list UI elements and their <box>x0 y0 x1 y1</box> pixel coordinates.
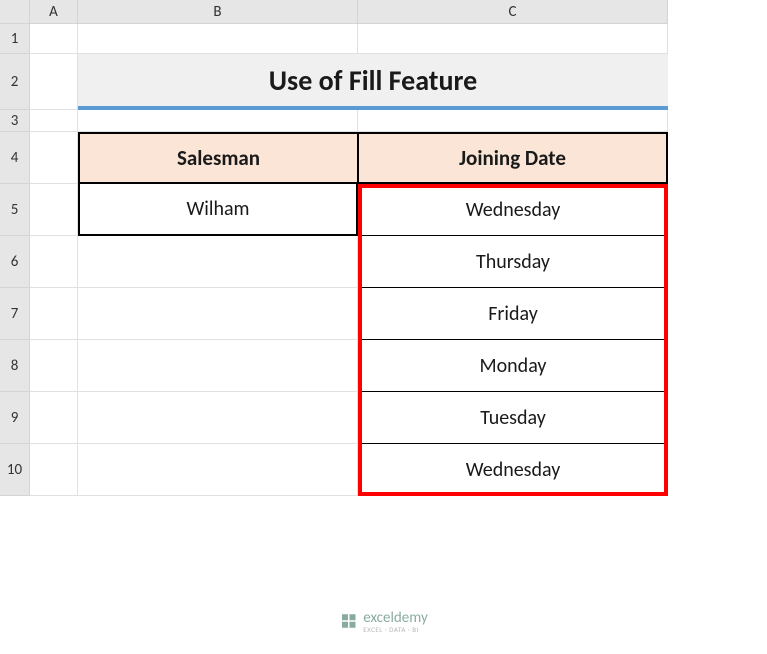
cell-c1[interactable] <box>358 24 668 54</box>
row-header-5[interactable]: 5 <box>0 184 30 236</box>
cell-a2[interactable] <box>30 54 78 110</box>
cell-a1[interactable] <box>30 24 78 54</box>
title-cell[interactable]: Use of Fill Feature <box>78 54 668 110</box>
cell-c8-date[interactable]: Monday <box>358 340 668 392</box>
cell-a6[interactable] <box>30 236 78 288</box>
cell-c5-date[interactable]: Wednesday <box>358 184 668 236</box>
cell-c3[interactable] <box>358 110 668 132</box>
row-header-6[interactable]: 6 <box>0 236 30 288</box>
cell-b3[interactable] <box>78 110 358 132</box>
cell-c9-date[interactable]: Tuesday <box>358 392 668 444</box>
row-header-9[interactable]: 9 <box>0 392 30 444</box>
cell-b7[interactable] <box>78 288 358 340</box>
table-header-salesman[interactable]: Salesman <box>78 132 358 184</box>
watermark-tagline: EXCEL · DATA · BI <box>363 625 427 634</box>
cell-b9[interactable] <box>78 392 358 444</box>
cell-a10[interactable] <box>30 444 78 496</box>
cell-b6[interactable] <box>78 236 358 288</box>
table-header-joining-date[interactable]: Joining Date <box>358 132 668 184</box>
row-header-1[interactable]: 1 <box>0 24 30 54</box>
select-all-corner[interactable] <box>0 0 30 24</box>
cell-b10[interactable] <box>78 444 358 496</box>
cell-c7-date[interactable]: Friday <box>358 288 668 340</box>
watermark: exceldemy EXCEL · DATA · BI <box>339 608 427 634</box>
col-header-c[interactable]: C <box>358 0 668 24</box>
col-header-b[interactable]: B <box>78 0 358 24</box>
col-header-a[interactable]: A <box>30 0 78 24</box>
cell-a8[interactable] <box>30 340 78 392</box>
watermark-icon <box>339 612 357 630</box>
row-header-10[interactable]: 10 <box>0 444 30 496</box>
row-header-2[interactable]: 2 <box>0 54 30 110</box>
cell-a3[interactable] <box>30 110 78 132</box>
cell-a7[interactable] <box>30 288 78 340</box>
cell-a4[interactable] <box>30 132 78 184</box>
cell-b1[interactable] <box>78 24 358 54</box>
cell-b8[interactable] <box>78 340 358 392</box>
cell-c6-date[interactable]: Thursday <box>358 236 668 288</box>
row-header-3[interactable]: 3 <box>0 110 30 132</box>
row-header-4[interactable]: 4 <box>0 132 30 184</box>
cell-a5[interactable] <box>30 184 78 236</box>
row-header-8[interactable]: 8 <box>0 340 30 392</box>
spreadsheet-grid: A B C 1 2 Use of Fill Feature 3 4 Salesm… <box>0 0 668 496</box>
cell-b5-salesman[interactable]: Wilham <box>78 184 358 236</box>
row-header-7[interactable]: 7 <box>0 288 30 340</box>
cell-c10-date[interactable]: Wednesday <box>358 444 668 496</box>
cell-a9[interactable] <box>30 392 78 444</box>
